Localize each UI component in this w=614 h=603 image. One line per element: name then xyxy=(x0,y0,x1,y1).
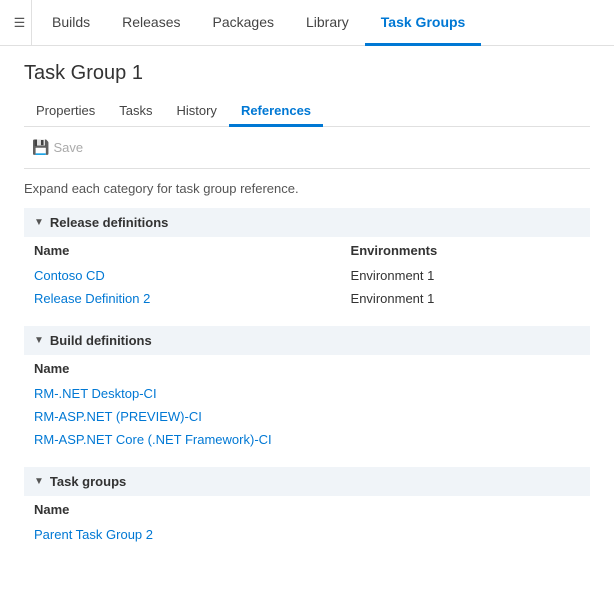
page-title: Task Group 1 xyxy=(24,62,590,85)
chevron-down-icon: ▼ xyxy=(34,335,44,346)
row-link[interactable]: RM-.NET Desktop-CI xyxy=(34,386,157,401)
tab-tasks[interactable]: Tasks xyxy=(107,97,164,127)
nav-item-releases[interactable]: Releases xyxy=(106,0,196,46)
row-name: Contoso CD xyxy=(24,264,271,287)
tab-properties[interactable]: Properties xyxy=(24,97,107,127)
top-nav: ☰ BuildsReleasesPackagesLibraryTask Grou… xyxy=(0,0,614,46)
nav-item-task-groups[interactable]: Task Groups xyxy=(365,0,482,46)
tab-references[interactable]: References xyxy=(229,97,323,127)
nav-item-packages[interactable]: Packages xyxy=(197,0,290,46)
table-row: RM-ASP.NET Core (.NET Framework)-CI xyxy=(24,428,590,451)
row-name: Parent Task Group 2 xyxy=(24,523,590,546)
save-icon: 💾 xyxy=(32,139,49,156)
table-row: RM-ASP.NET (PREVIEW)-CI xyxy=(24,405,590,428)
row-link[interactable]: Contoso CD xyxy=(34,268,105,283)
row-name: RM-ASP.NET Core (.NET Framework)-CI xyxy=(24,428,590,451)
sidebar-toggle-button[interactable]: ☰ xyxy=(8,0,32,46)
tab-bar: PropertiesTasksHistoryReferences xyxy=(24,97,590,127)
row-name: RM-ASP.NET (PREVIEW)-CI xyxy=(24,405,590,428)
toolbar: 💾 Save xyxy=(24,127,590,169)
table-row: Contoso CD Environment 1 xyxy=(24,264,590,287)
sections-container: ▼Release definitionsNameEnvironmentsCont… xyxy=(24,208,590,546)
section-build-definitions: ▼ Build definitions Name RM-.NET Desktop-CI… xyxy=(24,326,590,451)
info-text: Expand each category for task group refe… xyxy=(24,181,590,196)
col-header-name: Name xyxy=(24,496,590,523)
nav-item-builds[interactable]: Builds xyxy=(36,0,106,46)
table-row: RM-.NET Desktop-CI xyxy=(24,382,590,405)
section-release-definitions: ▼Release definitionsNameEnvironmentsCont… xyxy=(24,208,590,310)
section-task-groups: ▼ Task groups Name Parent Task Group 2 xyxy=(24,467,590,546)
chevron-down-icon: ▼ xyxy=(34,476,44,487)
tab-history[interactable]: History xyxy=(164,97,228,127)
row-environment: Environment 1 xyxy=(271,287,590,310)
save-button[interactable]: 💾 Save xyxy=(24,135,91,160)
section-title: Build definitions xyxy=(50,333,152,348)
chevron-down-icon: ▼ xyxy=(34,217,44,228)
section-title: Task groups xyxy=(50,474,126,489)
row-link[interactable]: Parent Task Group 2 xyxy=(34,527,153,542)
col-header-name: Name xyxy=(24,355,590,382)
row-link[interactable]: RM-ASP.NET (PREVIEW)-CI xyxy=(34,409,202,424)
section-table-task-groups: Name Parent Task Group 2 xyxy=(24,496,590,546)
section-header-task-groups[interactable]: ▼ Task groups xyxy=(24,467,590,496)
save-label: Save xyxy=(53,140,83,155)
nav-item-library[interactable]: Library xyxy=(290,0,365,46)
row-environment: Environment 1 xyxy=(271,264,590,287)
section-title: Release definitions xyxy=(50,215,168,230)
row-link[interactable]: Release Definition 2 xyxy=(34,291,150,306)
col-header-name: Name xyxy=(24,237,271,264)
table-row: Parent Task Group 2 xyxy=(24,523,590,546)
section-table-build-definitions: Name RM-.NET Desktop-CI RM-ASP.NET (PREVIE… xyxy=(24,355,590,451)
table-row: Release Definition 2 Environment 1 xyxy=(24,287,590,310)
row-name: Release Definition 2 xyxy=(24,287,271,310)
row-name: RM-.NET Desktop-CI xyxy=(24,382,590,405)
main-content: Task Group 1 PropertiesTasksHistoryRefer… xyxy=(0,46,614,578)
section-header-release-definitions[interactable]: ▼ Release definitions xyxy=(24,208,590,237)
col-header-environments: Environments xyxy=(271,237,590,264)
row-link[interactable]: RM-ASP.NET Core (.NET Framework)-CI xyxy=(34,432,272,447)
section-header-build-definitions[interactable]: ▼ Build definitions xyxy=(24,326,590,355)
section-table-release-definitions: NameEnvironmentsContoso CDEnvironment 1R… xyxy=(24,237,590,310)
